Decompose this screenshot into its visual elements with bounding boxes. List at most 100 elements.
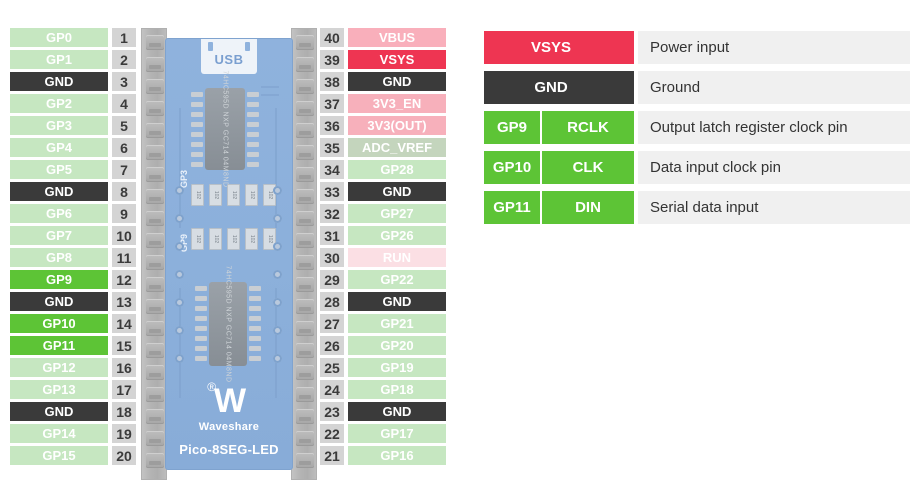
pin-label-gp16: GP16: [348, 446, 446, 465]
pin-label-gp14: GP14: [10, 424, 108, 443]
pin-row: 21 GP16: [320, 446, 446, 465]
header-pin: [146, 365, 164, 380]
pin-number-24: 24: [320, 380, 344, 399]
legend-signal-name: GND: [534, 79, 568, 96]
pin-label-gp26: GP26: [348, 226, 446, 245]
header-pin: [296, 57, 314, 72]
legend-description: Serial data input: [638, 191, 910, 224]
pin-row: 33 GND: [320, 182, 446, 201]
pin-label-gp17: GP17: [348, 424, 446, 443]
pin-number-22: 22: [320, 424, 344, 443]
legend-table: VSYS Power input GND Ground GP9 RCLK Output la…: [484, 31, 910, 231]
pin-label-gnd: GND: [10, 72, 108, 91]
pin-row: GP0 1: [10, 28, 136, 47]
header-pin: [296, 387, 314, 402]
pin-row: 34 GP28: [320, 160, 446, 179]
pin-row: 31 GP26: [320, 226, 446, 245]
pin-label-vbus: VBUS: [348, 28, 446, 47]
pcb-body: USB 74HC595D NXP GC714 04M8ND GP3 102 10…: [165, 38, 293, 470]
legend-signal-name: RCLK: [567, 119, 609, 136]
pin-number-29: 29: [320, 270, 344, 289]
pin-number-17: 17: [112, 380, 136, 399]
legend-gpio-gp10: GP10: [484, 151, 542, 184]
pin-label-adc-vref: ADC_VREF: [348, 138, 446, 157]
pin-label-gnd: GND: [348, 72, 446, 91]
pin-row: GP14 19: [10, 424, 136, 443]
pin-number-16: 16: [112, 358, 136, 377]
pin-row: GND 8: [10, 182, 136, 201]
pin-number-20: 20: [112, 446, 136, 465]
pin-number-35: 35: [320, 138, 344, 157]
pin-label-gnd: GND: [10, 292, 108, 311]
pin-row: 36 3V3(OUT): [320, 116, 446, 135]
header-pin: [146, 79, 164, 94]
legend-description: Power input: [638, 31, 910, 64]
pin-row: GP2 4: [10, 94, 136, 113]
pin-label-gp13: GP13: [10, 380, 108, 399]
header-pin: [296, 167, 314, 182]
header-pin: [146, 453, 164, 468]
pin-row: GP5 7: [10, 160, 136, 179]
header-pin: [296, 343, 314, 358]
pin-number-34: 34: [320, 160, 344, 179]
legend-row: GP10 CLK Data input clock pin: [484, 151, 910, 184]
header-pin: [146, 145, 164, 160]
pin-label-gp4: GP4: [10, 138, 108, 157]
pin-label-gp2: GP2: [10, 94, 108, 113]
pin-row: GP6 9: [10, 204, 136, 223]
header-pin: [146, 101, 164, 116]
legend-signal-cell: GP9 RCLK: [484, 111, 634, 144]
header-pin: [146, 35, 164, 50]
pin-number-4: 4: [112, 94, 136, 113]
pin-row: GP12 16: [10, 358, 136, 377]
pin-row: 30 RUN: [320, 248, 446, 267]
pinout-diagram: GP0 1 GP1 2 GND 3 GP2 4 GP3 5 GP4 6 GP5 7 GND 8 GP6 9 GP7 1…: [0, 0, 920, 500]
legend-row: GND Ground: [484, 71, 910, 104]
pin-row: GP10 14: [10, 314, 136, 333]
header-pin: [146, 299, 164, 314]
pin-number-13: 13: [112, 292, 136, 311]
header-pin: [296, 35, 314, 50]
pin-number-30: 30: [320, 248, 344, 267]
pin-label-gp7: GP7: [10, 226, 108, 245]
pin-number-7: 7: [112, 160, 136, 179]
header-pin: [146, 277, 164, 292]
pin-label-run: RUN: [348, 248, 446, 267]
legend-description: Data input clock pin: [638, 151, 910, 184]
legend-signal-cell: VSYS: [484, 31, 634, 64]
legend-signal-cell: GP11 DIN: [484, 191, 634, 224]
pin-label-gnd: GND: [348, 182, 446, 201]
pin-label-3v3-en: 3V3_EN: [348, 94, 446, 113]
pin-row: GND 13: [10, 292, 136, 311]
legend-row: GP9 RCLK Output latch register clock pin: [484, 111, 910, 144]
pin-number-33: 33: [320, 182, 344, 201]
pin-label-gp21: GP21: [348, 314, 446, 333]
pin-row: GP8 11: [10, 248, 136, 267]
pin-number-25: 25: [320, 358, 344, 377]
pin-label-gp1: GP1: [10, 50, 108, 69]
pin-row: 22 GP17: [320, 424, 446, 443]
header-pin: [146, 321, 164, 336]
pin-label-gnd: GND: [10, 402, 108, 421]
pin-label-gp18: GP18: [348, 380, 446, 399]
pin-number-26: 26: [320, 336, 344, 355]
pin-row: GP9 12: [10, 270, 136, 289]
pin-number-15: 15: [112, 336, 136, 355]
pin-number-31: 31: [320, 226, 344, 245]
pin-number-28: 28: [320, 292, 344, 311]
header-pin: [296, 299, 314, 314]
pin-number-2: 2: [112, 50, 136, 69]
pin-label-3v3-out: 3V3(OUT): [348, 116, 446, 135]
legend-description: Ground: [638, 71, 910, 104]
legend-gpio-gp11: GP11: [484, 191, 542, 224]
pin-header-left: [141, 28, 167, 480]
header-pin: [296, 365, 314, 380]
pin-number-39: 39: [320, 50, 344, 69]
pin-row: GND 18: [10, 402, 136, 421]
pin-number-38: 38: [320, 72, 344, 91]
pin-label-gp10: GP10: [10, 314, 108, 333]
pcb-outline: [165, 38, 293, 470]
pin-number-23: 23: [320, 402, 344, 421]
pin-row: 32 GP27: [320, 204, 446, 223]
pin-number-36: 36: [320, 116, 344, 135]
